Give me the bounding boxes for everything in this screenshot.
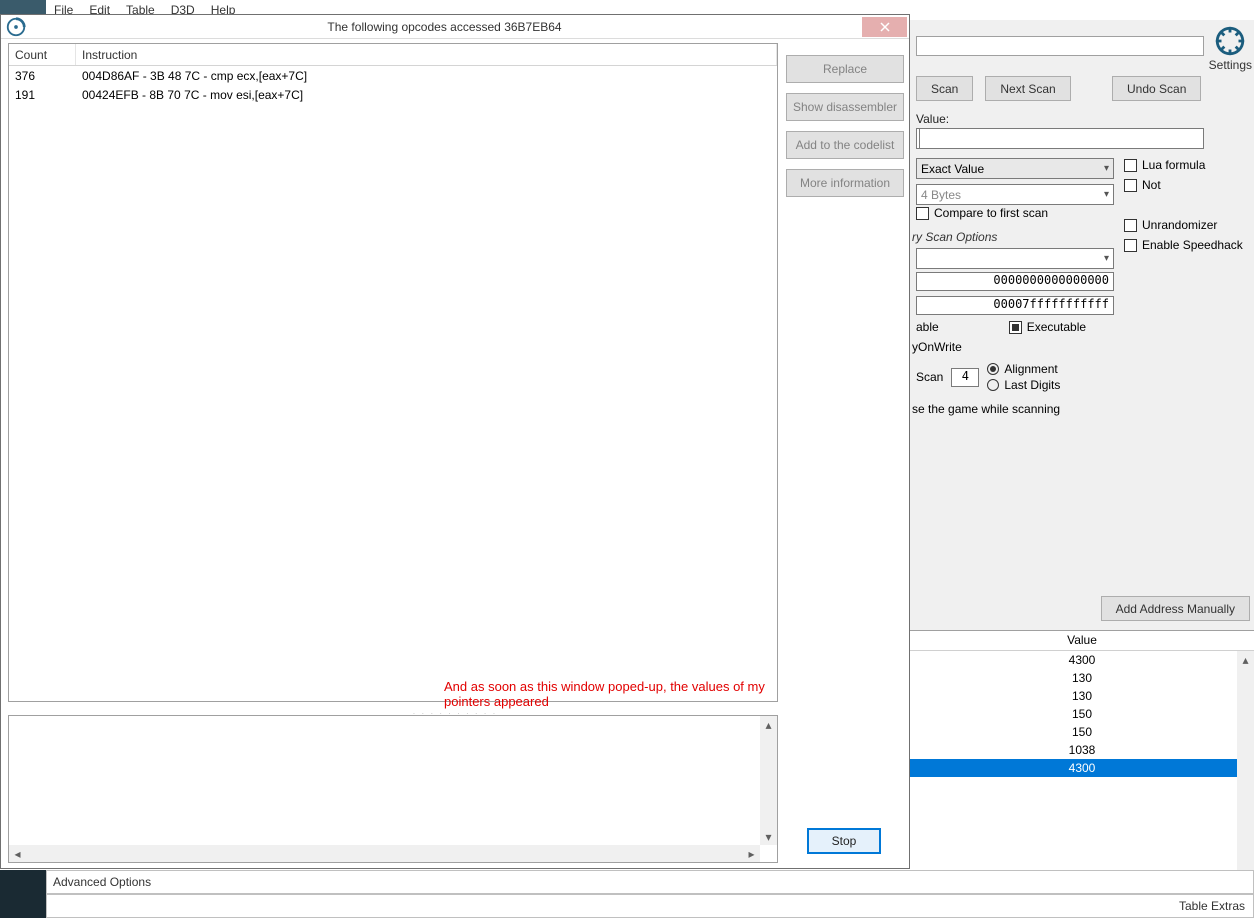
value-label: Value: bbox=[916, 112, 949, 126]
result-row[interactable]: 130 bbox=[910, 669, 1254, 687]
compare-first-label: Compare to first scan bbox=[934, 206, 1048, 220]
fast-scan-label: Scan bbox=[916, 370, 943, 384]
result-row[interactable]: 4300 bbox=[910, 651, 1254, 669]
last-digits-label: Last Digits bbox=[1004, 378, 1060, 392]
speedhack-label: Enable Speedhack bbox=[1142, 238, 1243, 252]
scan-buttons: Scan Next Scan bbox=[916, 76, 1071, 101]
fast-scan-value[interactable]: 4 bbox=[951, 368, 979, 387]
opcode-list[interactable]: Count Instruction 376004D86AF - 3B 48 7C… bbox=[8, 43, 778, 702]
scroll-left-icon[interactable]: ◂ bbox=[9, 845, 26, 862]
speedhack-checkbox[interactable]: Enable Speedhack bbox=[1124, 238, 1243, 252]
value-type-value: 4 Bytes bbox=[921, 188, 961, 202]
unrandomizer-checkbox[interactable]: Unrandomizer bbox=[1124, 218, 1217, 232]
row-count: 191 bbox=[9, 88, 76, 102]
row-instruction: 004D86AF - 3B 48 7C - cmp ecx,[eax+7C] bbox=[76, 69, 777, 83]
row-instruction: 00424EFB - 8B 70 7C - mov esi,[eax+7C] bbox=[76, 88, 777, 102]
scrollbar-horizontal[interactable]: ◂ ▸ bbox=[9, 845, 760, 862]
undo-scan-button[interactable]: Undo Scan bbox=[1112, 76, 1201, 101]
not-checkbox[interactable]: Not bbox=[1124, 178, 1161, 192]
preset-select[interactable]: ▾ bbox=[916, 248, 1114, 269]
col-instruction[interactable]: Instruction bbox=[76, 44, 777, 65]
col-count[interactable]: Count bbox=[9, 44, 76, 65]
dialog-button-column: Replace Show disassembler Add to the cod… bbox=[786, 55, 904, 197]
first-scan-button[interactable]: Scan bbox=[916, 76, 973, 101]
scan-type-select[interactable]: Exact Value ▾ bbox=[916, 158, 1114, 179]
opcode-header: Count Instruction bbox=[9, 44, 777, 66]
address-start-input[interactable]: 0000000000000000 bbox=[916, 272, 1114, 291]
add-to-codelist-button[interactable]: Add to the codelist bbox=[786, 131, 904, 159]
chevron-down-icon: ▾ bbox=[1104, 189, 1109, 200]
alignment-label: Alignment bbox=[1004, 362, 1057, 376]
executable-checkbox[interactable]: Executable bbox=[1009, 320, 1086, 334]
more-information-button[interactable]: More information bbox=[786, 169, 904, 197]
results-scrollbar[interactable]: ▴ ▾ bbox=[1237, 651, 1254, 894]
result-row[interactable]: 4300 bbox=[910, 759, 1254, 777]
scroll-up-icon[interactable]: ▴ bbox=[760, 716, 777, 733]
show-disassembler-button[interactable]: Show disassembler bbox=[786, 93, 904, 121]
stop-button[interactable]: Stop bbox=[807, 828, 881, 854]
scrollbar-vertical[interactable]: ▴ ▾ bbox=[760, 716, 777, 845]
value-column-header[interactable]: Value bbox=[910, 631, 1254, 650]
scan-options-label: ry Scan Options bbox=[912, 230, 997, 244]
lua-formula-label: Lua formula bbox=[1142, 158, 1205, 172]
advanced-options-bar[interactable]: Advanced Options bbox=[46, 870, 1254, 894]
opcode-dialog: The following opcodes accessed 36B7EB64 … bbox=[0, 14, 910, 869]
app-stub-strip bbox=[0, 0, 46, 14]
last-digits-radio[interactable]: Last Digits bbox=[987, 378, 1060, 392]
chevron-down-icon: ▾ bbox=[1104, 163, 1109, 174]
dialog-title: The following opcodes accessed 36B7EB64 bbox=[27, 20, 862, 34]
scroll-down-icon[interactable]: ▾ bbox=[760, 828, 777, 845]
result-row[interactable]: 130 bbox=[910, 687, 1254, 705]
next-scan-button[interactable]: Next Scan bbox=[985, 76, 1070, 101]
value-type-select[interactable]: 4 Bytes ▾ bbox=[916, 184, 1114, 205]
opcode-rows: 376004D86AF - 3B 48 7C - cmp ecx,[eax+7C… bbox=[9, 66, 777, 104]
table-extras-bar[interactable]: Table Extras bbox=[46, 894, 1254, 918]
result-row[interactable]: 150 bbox=[910, 723, 1254, 741]
scroll-right-icon[interactable]: ▸ bbox=[743, 845, 760, 862]
cheat-engine-panel: Settings Scan Next Scan Undo Scan Value:… bbox=[910, 20, 1254, 918]
result-row[interactable]: 1038 bbox=[910, 741, 1254, 759]
alignment-radio[interactable]: Alignment bbox=[987, 362, 1060, 376]
lua-formula-checkbox[interactable]: Lua formula bbox=[1124, 158, 1205, 172]
results-header: Value bbox=[910, 631, 1254, 651]
info-panel: ▴ ▾ ◂ ▸ bbox=[8, 715, 778, 863]
add-address-manually-button[interactable]: Add Address Manually bbox=[1101, 596, 1250, 621]
taskbar-stub bbox=[0, 870, 46, 918]
executable-label: Executable bbox=[1027, 320, 1086, 334]
close-icon bbox=[880, 22, 890, 32]
not-label: Not bbox=[1142, 178, 1161, 192]
results-panel: Value 430013013015015010384300 ▴ ▾ bbox=[910, 630, 1254, 894]
compare-first-checkbox[interactable]: Compare to first scan bbox=[916, 206, 1048, 220]
dialog-body: Count Instruction 376004D86AF - 3B 48 7C… bbox=[1, 39, 909, 868]
scan-type-value: Exact Value bbox=[921, 162, 984, 176]
scroll-up-icon[interactable]: ▴ bbox=[1237, 651, 1254, 668]
dialog-titlebar: The following opcodes accessed 36B7EB64 bbox=[1, 15, 909, 39]
chevron-down-icon: ▾ bbox=[1104, 253, 1109, 264]
table-extras-label: Table Extras bbox=[1179, 899, 1245, 913]
address-stop-input[interactable]: 00007fffffffffff bbox=[916, 296, 1114, 315]
gear-icon bbox=[1213, 24, 1247, 58]
pause-game-label: se the game while scanning bbox=[912, 402, 1060, 416]
settings-label: Settings bbox=[1209, 58, 1252, 72]
annotation-text: And as soon as this window poped-up, the… bbox=[444, 679, 777, 709]
advanced-options-label: Advanced Options bbox=[53, 875, 151, 889]
app-icon bbox=[5, 16, 27, 38]
row-count: 376 bbox=[9, 69, 76, 83]
close-button[interactable] bbox=[862, 17, 907, 37]
opcode-row[interactable]: 19100424EFB - 8B 70 7C - mov esi,[eax+7C… bbox=[9, 85, 777, 104]
replace-button[interactable]: Replace bbox=[786, 55, 904, 83]
unrandomizer-label: Unrandomizer bbox=[1142, 218, 1217, 232]
value-input[interactable] bbox=[916, 128, 1204, 149]
settings-button[interactable]: Settings bbox=[1209, 24, 1252, 72]
copyonwrite-label: yOnWrite bbox=[912, 340, 962, 354]
process-box[interactable] bbox=[916, 36, 1204, 56]
result-row[interactable]: 150 bbox=[910, 705, 1254, 723]
opcode-row[interactable]: 376004D86AF - 3B 48 7C - cmp ecx,[eax+7C… bbox=[9, 66, 777, 85]
results-rows: 430013013015015010384300 bbox=[910, 651, 1254, 777]
writable-label: able bbox=[916, 320, 939, 334]
